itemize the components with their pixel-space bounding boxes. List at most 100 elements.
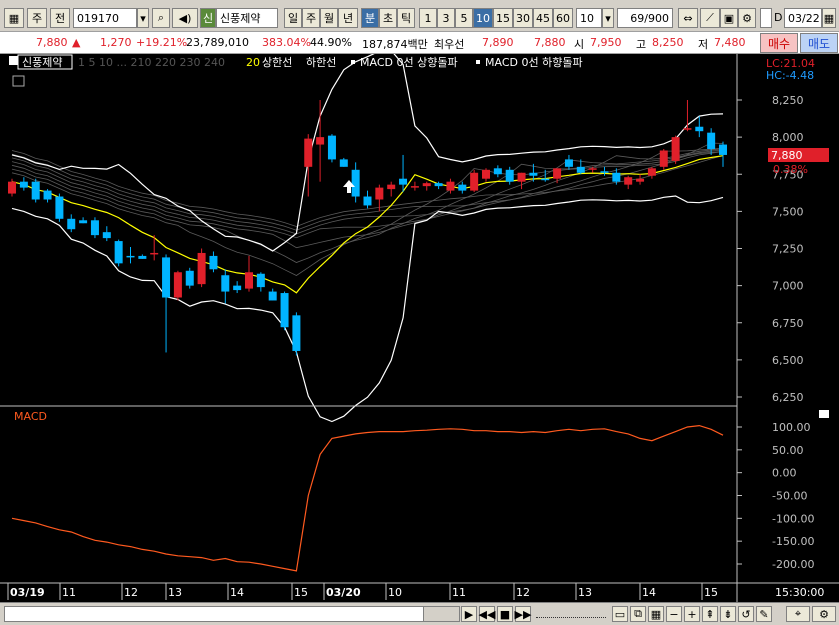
macd-tick-label: 50.00 bbox=[772, 444, 804, 457]
chart-type-icon[interactable]: ▦ bbox=[4, 8, 24, 28]
candle bbox=[482, 168, 490, 182]
zoom-icon[interactable]: ⇔ bbox=[678, 8, 698, 28]
buy-button[interactable]: 매수 bbox=[760, 33, 798, 53]
candle bbox=[624, 175, 633, 190]
candle-body bbox=[114, 241, 123, 264]
chart-area[interactable]: 신풍제약 1 5 10 ... 210 220 230 240 20 상한선 하… bbox=[0, 49, 839, 602]
play-icon[interactable]: ▶ bbox=[461, 606, 477, 622]
interval-5[interactable]: 5 bbox=[455, 8, 473, 28]
scroll-thumb[interactable] bbox=[423, 607, 459, 621]
rewind-icon[interactable]: ◀◀ bbox=[479, 606, 495, 622]
time-tick-label: 15 bbox=[294, 586, 308, 599]
tab-min[interactable]: 분 bbox=[361, 8, 379, 28]
candle bbox=[363, 190, 372, 209]
interval-1[interactable]: 1 bbox=[419, 8, 437, 28]
candle bbox=[55, 193, 64, 222]
candle-body bbox=[280, 293, 289, 328]
interval-30[interactable]: 30 bbox=[513, 8, 533, 28]
legend-ma-list: 1 5 10 ... 210 220 230 240 bbox=[78, 56, 225, 69]
candle bbox=[162, 254, 171, 353]
candle bbox=[126, 247, 135, 264]
candle-body bbox=[150, 252, 159, 255]
date-label: D bbox=[774, 11, 783, 24]
date-input[interactable]: 03/22 bbox=[784, 8, 822, 28]
grid-icon bbox=[12, 75, 25, 87]
stock-code-input[interactable]: 019170 bbox=[73, 8, 137, 28]
line-tool-icon[interactable]: ⟋ bbox=[700, 8, 720, 28]
candle bbox=[209, 251, 218, 273]
candle-body bbox=[434, 183, 443, 187]
candle-body bbox=[197, 252, 206, 285]
interval-15[interactable]: 15 bbox=[493, 8, 513, 28]
candle-body bbox=[173, 272, 182, 298]
legend-ma20: 20 bbox=[246, 56, 260, 69]
count-display[interactable]: 69/900 bbox=[617, 8, 673, 28]
candle bbox=[659, 149, 668, 170]
time-tick-label: 13 bbox=[168, 586, 182, 599]
macd-tick-label: -50.00 bbox=[772, 490, 807, 503]
crosshair-icon[interactable]: ⌖ bbox=[786, 606, 810, 622]
candle-body bbox=[612, 172, 621, 182]
horizontal-scrollbar[interactable] bbox=[4, 606, 460, 622]
brush-icon[interactable]: ✎ bbox=[756, 606, 772, 622]
candle bbox=[304, 134, 313, 197]
price-tick-label: 6,750 bbox=[772, 317, 804, 330]
count-total: /900 bbox=[644, 11, 669, 25]
plus-icon[interactable]: + bbox=[684, 606, 700, 622]
table-icon[interactable]: ▦ bbox=[648, 606, 664, 622]
candle bbox=[221, 269, 230, 304]
interval-10[interactable]: 10 bbox=[473, 8, 493, 28]
pan-down-icon[interactable]: ⇟ bbox=[720, 606, 736, 622]
chevron-down-icon[interactable]: ▾ bbox=[137, 8, 149, 28]
candle bbox=[280, 291, 289, 331]
tab-sec[interactable]: 초 bbox=[379, 8, 397, 28]
count-value: 69 bbox=[630, 11, 645, 25]
candle bbox=[102, 226, 111, 242]
candle-body bbox=[351, 169, 360, 197]
window-icon[interactable]: ▭ bbox=[612, 606, 628, 622]
speaker-icon[interactable]: ◀) bbox=[172, 8, 198, 28]
price-tick-label: 8,000 bbox=[772, 131, 804, 144]
tab-month[interactable]: 월 bbox=[320, 8, 338, 28]
pan-up-icon[interactable]: ⇞ bbox=[702, 606, 718, 622]
tab-day[interactable]: 일 bbox=[284, 8, 302, 28]
minus-icon[interactable]: − bbox=[666, 606, 682, 622]
best-ask: 7,890 bbox=[482, 36, 514, 49]
candle bbox=[517, 172, 526, 190]
calendar-icon[interactable]: ▦ bbox=[822, 8, 836, 28]
stop-icon[interactable]: ■ bbox=[497, 606, 513, 622]
candle bbox=[67, 214, 76, 233]
tab-week[interactable]: 주 bbox=[302, 8, 320, 28]
copy-icon[interactable]: ⧉ bbox=[630, 606, 646, 622]
settings-icon[interactable]: ⚙ bbox=[812, 606, 836, 622]
candle-body bbox=[422, 183, 431, 187]
interval-60[interactable]: 60 bbox=[553, 8, 573, 28]
candle bbox=[422, 181, 431, 191]
bottom-toolbar: ▶ ◀◀ ■ ▶▶ ▭ ⧉ ▦ − + ⇞ ⇟ ↺ ✎ ⌖ ⚙ bbox=[0, 602, 839, 625]
time-tick-label: 11 bbox=[452, 586, 466, 599]
period-select[interactable]: 주 bbox=[27, 8, 47, 28]
save-icon[interactable]: ▣ bbox=[720, 8, 738, 28]
tab-tick[interactable]: 틱 bbox=[397, 8, 415, 28]
search-icon[interactable]: ⌕ bbox=[152, 8, 170, 28]
date-checkbox[interactable] bbox=[760, 8, 772, 28]
candle bbox=[339, 157, 348, 167]
forward-icon[interactable]: ▶▶ bbox=[515, 606, 531, 622]
chevron-down-icon[interactable]: ▾ bbox=[602, 8, 614, 28]
sell-button[interactable]: 매도 bbox=[800, 33, 838, 53]
interval-45[interactable]: 45 bbox=[533, 8, 553, 28]
candle-body bbox=[316, 137, 325, 145]
interval-3[interactable]: 3 bbox=[437, 8, 455, 28]
trade-amount: 187,874백만 bbox=[362, 38, 428, 51]
volume-ratio: 383.04% bbox=[262, 36, 311, 49]
time-tick-label: 14 bbox=[230, 586, 244, 599]
interval-input[interactable]: 10 bbox=[576, 8, 602, 28]
candle bbox=[316, 100, 325, 182]
prev-button[interactable]: 전 bbox=[50, 8, 70, 28]
legend-stock-name: 신풍제약 bbox=[22, 55, 62, 69]
zoom-slider[interactable] bbox=[536, 610, 606, 618]
chart-canvas[interactable]: 신풍제약 1 5 10 ... 210 220 230 240 20 상한선 하… bbox=[0, 49, 839, 602]
reset-icon[interactable]: ↺ bbox=[738, 606, 754, 622]
tab-year[interactable]: 년 bbox=[338, 8, 358, 28]
gear-icon[interactable]: ⚙ bbox=[738, 8, 756, 28]
